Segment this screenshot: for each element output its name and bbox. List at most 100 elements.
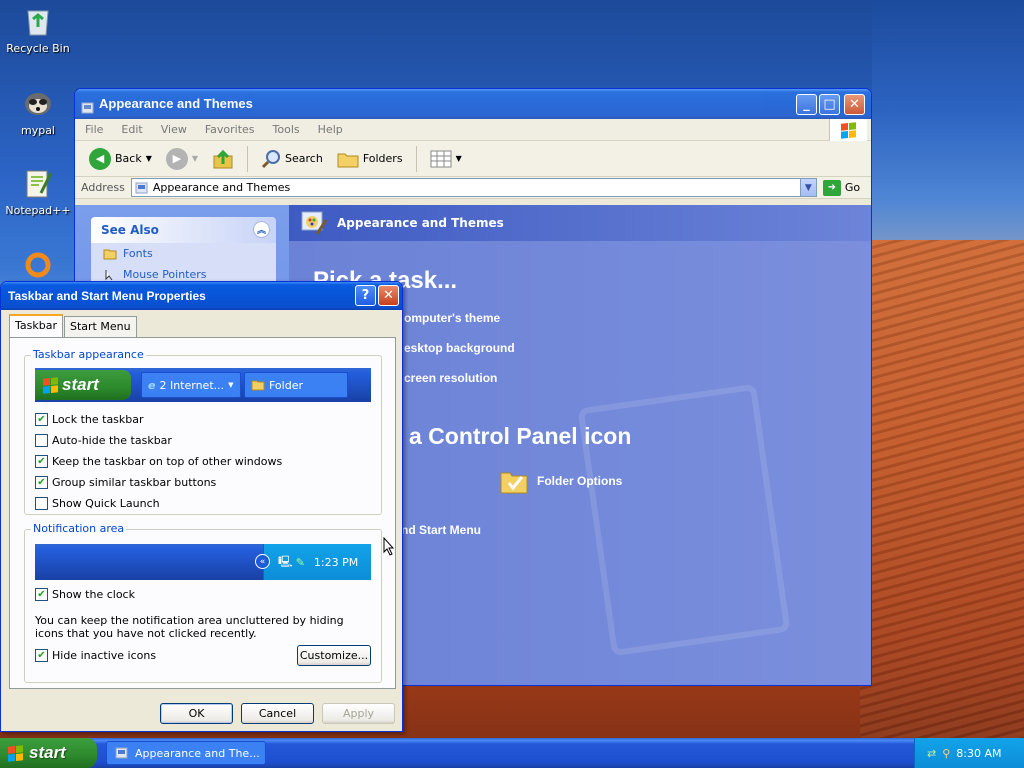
folders-button[interactable]: Folders	[333, 150, 407, 168]
show-clock-checkbox[interactable]: ✔ Show the clock	[35, 588, 135, 601]
desktop-icon-mypal[interactable]: mypal	[0, 86, 76, 137]
address-label: Address	[81, 181, 125, 194]
back-arrow-icon: ◀	[89, 147, 111, 170]
apply-button[interactable]: Apply	[322, 703, 395, 724]
control-panel-icon	[115, 747, 128, 759]
back-dropdown-icon[interactable]: ▼	[146, 154, 152, 163]
taskbar-preview: start e 2 Internet... ▼ Folder	[35, 368, 371, 402]
auto-hide-checkbox[interactable]: Auto-hide the taskbar	[35, 434, 172, 447]
search-icon	[261, 149, 281, 168]
tray-clock[interactable]: 8:30 AM	[956, 747, 1001, 760]
windows-flag-icon	[43, 376, 58, 394]
folder-options-link[interactable]: Folder Options	[499, 467, 622, 495]
desktop-icon-label: Recycle Bin	[6, 42, 70, 55]
system-tray: ⇄ ⚲ 8:30 AM	[914, 738, 1024, 768]
taskbar-start-menu-link[interactable]: nd Start Menu	[401, 523, 481, 537]
mouse-cursor-icon	[383, 537, 395, 556]
checkmark-icon: ✔	[35, 413, 48, 426]
taskbar-properties-dialog[interactable]: Taskbar and Start Menu Properties ? ✕ Ta…	[0, 281, 403, 732]
explorer-title-bar[interactable]: Appearance and Themes _ □ ✕	[75, 89, 871, 119]
taskbar-appearance-group: Taskbar appearance start e 2 Internet...…	[24, 348, 382, 515]
tray-network-icon[interactable]: ⇄	[927, 747, 936, 760]
checkmark-icon: ✔	[35, 476, 48, 489]
up-folder-icon	[213, 149, 233, 168]
control-panel-icon	[81, 96, 95, 126]
fonts-folder-icon	[103, 249, 117, 259]
help-button[interactable]: ?	[355, 285, 376, 306]
menu-favorites[interactable]: Favorites	[205, 123, 255, 136]
network-icon: 🖳	[278, 554, 293, 568]
desktop-icon-notepadpp[interactable]: Notepad++	[0, 166, 76, 217]
cancel-button[interactable]: Cancel	[241, 703, 314, 724]
preview-start-button: start	[35, 370, 131, 400]
appearance-themes-icon	[301, 211, 328, 235]
quick-launch-checkbox[interactable]: Show Quick Launch	[35, 497, 160, 510]
forward-dropdown-icon: ▼	[191, 154, 199, 163]
see-also-header[interactable]: See Also ︽	[91, 217, 276, 243]
group-buttons-checkbox[interactable]: ✔ Group similar taskbar buttons	[35, 476, 216, 489]
address-input[interactable]: Appearance and Themes ▼	[130, 178, 817, 197]
checkmark-icon: ✔	[35, 455, 48, 468]
collapse-chevron-icon[interactable]: ︽	[253, 221, 270, 238]
close-button[interactable]: ✕	[844, 94, 865, 115]
explorer-title: Appearance and Themes	[99, 96, 253, 111]
up-button[interactable]	[208, 148, 238, 170]
folder-options-icon	[500, 472, 528, 494]
preview-ie-button: e 2 Internet... ▼	[141, 372, 241, 398]
lock-taskbar-checkbox[interactable]: ✔ Lock the taskbar	[35, 413, 144, 426]
recycle-bin-icon	[21, 4, 55, 38]
tab-start-menu[interactable]: Start Menu	[64, 316, 137, 339]
folder-icon	[251, 380, 265, 391]
customize-button[interactable]: Customize...	[297, 645, 371, 666]
see-also-fonts[interactable]: Fonts	[91, 243, 276, 264]
search-button[interactable]: Search	[257, 149, 327, 169]
maximize-button[interactable]: □	[819, 94, 840, 115]
dialog-title: Taskbar and Start Menu Properties	[8, 289, 206, 303]
menu-bar: File Edit View Favorites Tools Help	[75, 119, 871, 141]
dialog-close-button[interactable]: ✕	[378, 285, 399, 306]
views-grid-icon	[430, 150, 452, 167]
menu-help[interactable]: Help	[318, 123, 343, 136]
preview-tray: « 🖳 ✎ 1:23 PM	[255, 544, 371, 580]
group-label: Taskbar appearance	[31, 348, 146, 361]
menu-tools[interactable]: Tools	[273, 123, 300, 136]
ok-button[interactable]: OK	[160, 703, 233, 724]
notification-area-group: Notification area « 🖳 ✎ 1:23 PM ✔ Show th…	[24, 522, 382, 683]
views-button[interactable]: ▼	[426, 150, 466, 168]
address-bar: Address Appearance and Themes ▼ ➜ Go	[75, 177, 871, 199]
task-desktop-background[interactable]: esktop background	[404, 341, 515, 355]
control-panel-icon	[135, 182, 148, 193]
dialog-tabs: Taskbar Start Menu	[9, 314, 138, 339]
forward-arrow-icon: ▶	[165, 147, 188, 170]
wallpaper-desert	[860, 240, 1024, 740]
back-button[interactable]: ◀ Back ▼	[85, 147, 156, 170]
chevron-left-icon: «	[255, 554, 270, 569]
group-label: Notification area	[31, 522, 127, 535]
ie-icon: e	[148, 378, 156, 392]
keep-on-top-checkbox[interactable]: ✔ Keep the taskbar on top of other window…	[35, 455, 282, 468]
mouse-pointer-icon	[105, 269, 113, 280]
dialog-title-bar[interactable]: Taskbar and Start Menu Properties ? ✕	[1, 282, 402, 310]
task-screen-resolution[interactable]: creen resolution	[404, 371, 497, 385]
forward-button[interactable]: ▶ ▼	[162, 147, 202, 170]
go-button[interactable]: ➜ Go	[822, 179, 860, 196]
notification-description: You can keep the notification area unclu…	[35, 614, 344, 640]
preview-folder-button: Folder	[244, 372, 348, 398]
minimize-button[interactable]: _	[796, 94, 817, 115]
dropdown-arrow-icon: ▼	[228, 381, 234, 389]
start-button[interactable]: start	[0, 738, 97, 768]
address-dropdown-icon[interactable]: ▼	[799, 179, 816, 196]
orange-ring-icon	[21, 248, 55, 282]
go-arrow-icon: ➜	[822, 179, 841, 196]
menu-edit[interactable]: Edit	[121, 123, 142, 136]
menu-view[interactable]: View	[161, 123, 187, 136]
notepadpp-icon	[21, 166, 55, 200]
taskbar-button-appearance[interactable]: Appearance and The...	[106, 741, 266, 765]
tab-taskbar[interactable]: Taskbar	[9, 314, 63, 337]
desktop-icon-recycle-bin[interactable]: Recycle Bin	[0, 4, 76, 55]
checkmark-icon: ✔	[35, 649, 48, 662]
standard-toolbar: ◀ Back ▼ ▶ ▼ Search Folders ▼	[75, 141, 871, 177]
hide-inactive-checkbox[interactable]: ✔ Hide inactive icons	[35, 649, 156, 662]
task-change-theme[interactable]: omputer's theme	[404, 311, 500, 325]
tray-search-icon[interactable]: ⚲	[942, 747, 950, 760]
